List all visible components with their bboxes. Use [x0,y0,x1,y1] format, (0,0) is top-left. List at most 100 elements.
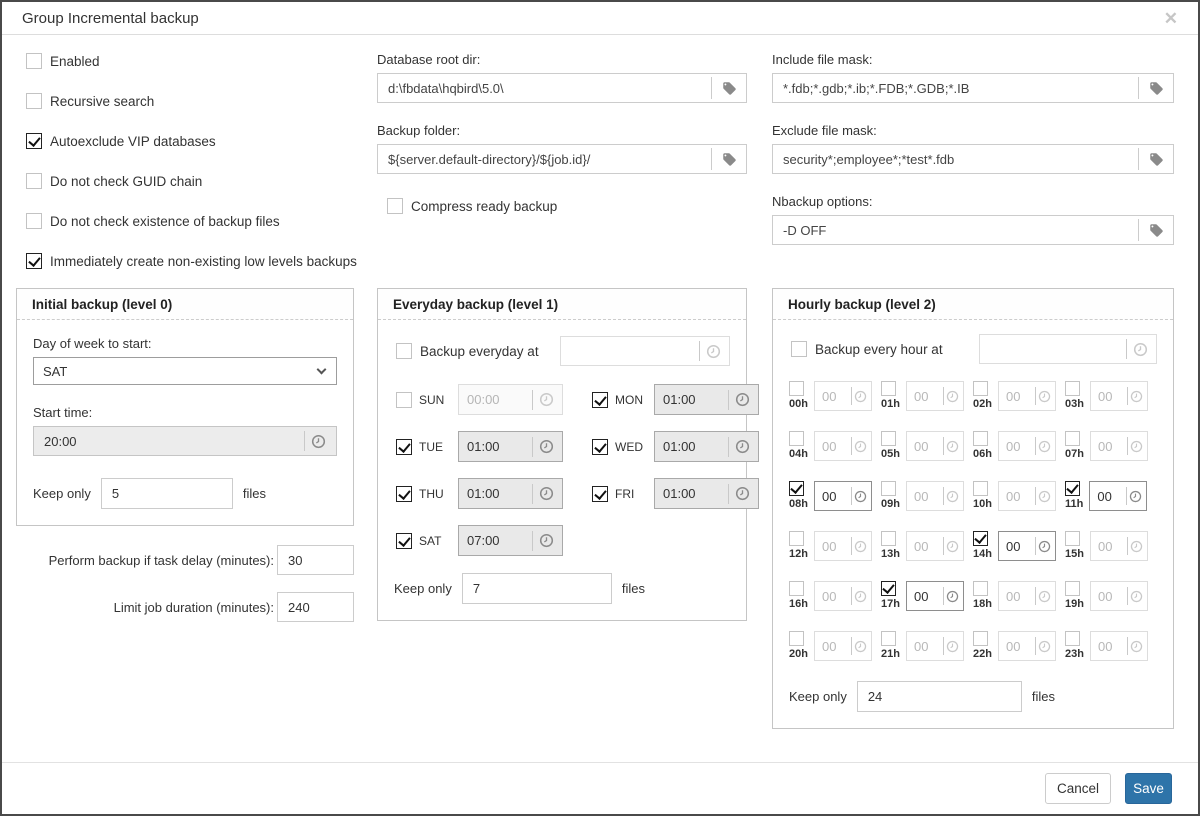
task-delay-input[interactable] [277,545,354,575]
hour-cell[interactable]: 00h 00 [789,381,881,411]
hour-minute-input[interactable]: 00 [906,481,964,511]
option-checkbox[interactable] [26,93,42,109]
hour-cell[interactable]: 04h 00 [789,431,881,461]
hour-checkbox[interactable] [973,381,988,396]
hour-minute-input[interactable]: 00 [1090,581,1148,611]
tag-icon[interactable] [712,152,746,167]
option-checkbox[interactable] [26,53,42,69]
compress-ready-backup-checkbox[interactable] [387,198,403,214]
option-checkbox[interactable] [26,173,42,189]
tag-icon[interactable] [1139,152,1173,167]
hour-minute-input[interactable]: 00 [1090,381,1148,411]
hour-checkbox[interactable] [789,531,804,546]
weekday-checkbox[interactable] [592,439,608,455]
close-icon[interactable]: ✕ [1164,10,1178,27]
include-file-mask-input[interactable] [773,81,1138,96]
hour-checkbox[interactable] [789,431,804,446]
option-row[interactable]: Do not check existence of backup files [26,212,354,230]
backup-everyday-at-time-input[interactable] [560,336,730,366]
save-button[interactable]: Save [1125,773,1172,804]
option-row[interactable]: Do not check GUID chain [26,172,354,190]
hour-cell[interactable]: 03h 00 [1065,381,1157,411]
hour-checkbox[interactable] [789,581,804,596]
weekday-checkbox[interactable] [396,439,412,455]
hour-checkbox[interactable] [1065,481,1080,496]
nbackup-options-input[interactable] [773,223,1138,238]
job-duration-input[interactable] [277,592,354,622]
weekday-cell[interactable]: SUN 00:00 [396,384,592,415]
hour-checkbox[interactable] [881,481,896,496]
hour-cell[interactable]: 23h 00 [1065,631,1157,661]
hour-cell[interactable]: 11h 00 [1065,481,1157,511]
hour-cell[interactable]: 09h 00 [881,481,973,511]
hour-minute-input[interactable]: 00 [814,381,872,411]
weekday-checkbox[interactable] [396,486,412,502]
hour-cell[interactable]: 20h 00 [789,631,881,661]
hour-cell[interactable]: 18h 00 [973,581,1065,611]
hour-minute-input[interactable]: 00 [906,381,964,411]
hour-minute-input[interactable]: 00 [814,581,872,611]
weekday-cell[interactable]: TUE 01:00 [396,431,592,462]
hour-minute-input[interactable]: 00 [814,531,872,561]
hour-checkbox[interactable] [881,381,896,396]
option-checkbox[interactable] [26,133,42,149]
weekday-checkbox[interactable] [396,533,412,549]
weekday-time-input[interactable]: 01:00 [458,431,563,462]
weekday-time-input[interactable]: 01:00 [654,431,759,462]
hour-cell[interactable]: 07h 00 [1065,431,1157,461]
hour-cell[interactable]: 21h 00 [881,631,973,661]
weekday-time-input[interactable]: 01:00 [458,478,563,509]
backup-everyday-at-checkbox[interactable] [396,343,412,359]
hour-minute-input[interactable]: 00 [1089,481,1147,511]
day-of-week-select[interactable]: SAT [33,357,337,385]
hour-cell[interactable]: 16h 00 [789,581,881,611]
hour-minute-input[interactable]: 00 [1090,431,1148,461]
hour-minute-input[interactable]: 00 [998,431,1056,461]
hour-minute-input[interactable]: 00 [814,481,872,511]
hour-checkbox[interactable] [1065,431,1080,446]
keep-only-input[interactable] [462,573,612,604]
hour-minute-input[interactable]: 00 [998,381,1056,411]
keep-only-input[interactable] [101,478,233,509]
hour-checkbox[interactable] [973,531,988,546]
weekday-checkbox[interactable] [592,392,608,408]
cancel-button[interactable]: Cancel [1045,773,1111,804]
hour-cell[interactable]: 14h 00 [973,531,1065,561]
weekday-time-input[interactable]: 01:00 [654,384,759,415]
hour-checkbox[interactable] [789,481,804,496]
hour-minute-input[interactable]: 00 [814,431,872,461]
tag-icon[interactable] [712,81,746,96]
option-checkbox[interactable] [26,213,42,229]
hour-checkbox[interactable] [1065,581,1080,596]
weekday-cell[interactable]: WED 01:00 [592,431,759,462]
weekday-cell[interactable]: MON 01:00 [592,384,759,415]
option-row[interactable]: Recursive search [26,92,354,110]
weekday-time-input[interactable]: 01:00 [654,478,759,509]
hour-checkbox[interactable] [973,431,988,446]
hour-cell[interactable]: 13h 00 [881,531,973,561]
option-checkbox[interactable] [26,253,42,269]
hour-minute-input[interactable]: 00 [906,531,964,561]
hour-minute-input[interactable]: 00 [906,631,964,661]
tag-icon[interactable] [1139,223,1173,238]
weekday-cell[interactable]: SAT 07:00 [396,525,592,556]
hour-checkbox[interactable] [1065,631,1080,646]
compress-ready-backup-row[interactable]: Compress ready backup [377,198,747,214]
hour-checkbox[interactable] [881,581,896,596]
option-row[interactable]: Immediately create non-existing low leve… [26,252,354,270]
weekday-time-input[interactable]: 00:00 [458,384,563,415]
hour-checkbox[interactable] [881,531,896,546]
tag-icon[interactable] [1139,81,1173,96]
hour-minute-input[interactable]: 00 [998,481,1056,511]
option-row[interactable]: Enabled [26,52,354,70]
hour-cell[interactable]: 22h 00 [973,631,1065,661]
weekday-cell[interactable]: THU 01:00 [396,478,592,509]
hour-minute-input[interactable]: 00 [1090,531,1148,561]
exclude-file-mask-input[interactable] [773,152,1138,167]
database-root-dir-input[interactable] [378,81,711,96]
hour-cell[interactable]: 06h 00 [973,431,1065,461]
backup-folder-input[interactable] [378,152,711,167]
hour-minute-input[interactable]: 00 [998,581,1056,611]
hour-cell[interactable]: 12h 00 [789,531,881,561]
hour-minute-input[interactable]: 00 [906,431,964,461]
